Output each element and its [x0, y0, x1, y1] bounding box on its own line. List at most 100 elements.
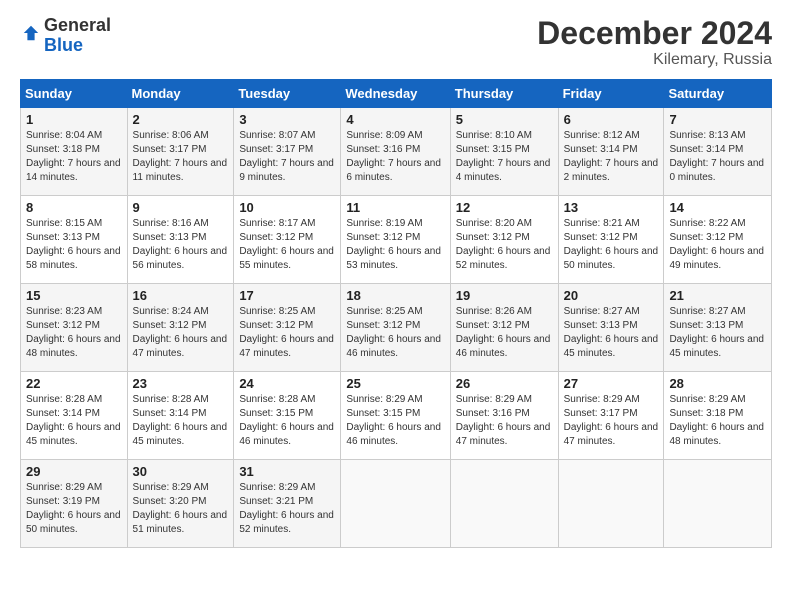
week-row-5: 29 Sunrise: 8:29 AMSunset: 3:19 PMDayligh…: [21, 460, 772, 548]
header-day-monday: Monday: [127, 80, 234, 108]
day-number: 29: [26, 464, 122, 479]
week-row-1: 1Sunrise: 8:04 AMSunset: 3:18 PMDaylight…: [21, 108, 772, 196]
day-number: 12: [456, 200, 553, 215]
day-info: Sunrise: 8:28 AMSunset: 3:15 PMDaylight:…: [239, 393, 335, 449]
header-day-tuesday: Tuesday: [234, 80, 341, 108]
week-row-4: 22 Sunrise: 8:28 AMSunset: 3:14 PMDayligh…: [21, 372, 772, 460]
day-number: 16: [133, 288, 229, 303]
day-number: 7: [669, 112, 766, 127]
day-info: Sunrise: 8:29 AMSunset: 3:19 PMDaylight:…: [26, 481, 122, 537]
day-info: Sunrise: 8:27 AMSunset: 3:13 PMDaylight:…: [669, 305, 766, 361]
day-cell-25: 25Sunrise: 8:29 AMSunset: 3:15 PMDayligh…: [341, 372, 450, 460]
day-info: Sunrise: 8:12 AMSunset: 3:14 PMDaylight:…: [564, 129, 659, 185]
day-info: Sunrise: 8:20 AMSunset: 3:12 PMDaylight:…: [456, 217, 553, 273]
day-info: Sunrise: 8:23 AMSunset: 3:12 PMDaylight:…: [26, 305, 122, 361]
day-cell-12: 12 Sunrise: 8:20 AMSunset: 3:12 PMDayligh…: [450, 196, 558, 284]
day-info: Sunrise: 8:29 AMSunset: 3:15 PMDaylight:…: [346, 393, 444, 449]
day-cell-18: 18 Sunrise: 8:25 AMSunset: 3:12 PMDayligh…: [341, 284, 450, 372]
day-info: Sunrise: 8:19 AMSunset: 3:12 PMDaylight:…: [346, 217, 444, 273]
calendar: SundayMondayTuesdayWednesdayThursdayFrid…: [20, 79, 772, 548]
day-number: 9: [133, 200, 229, 215]
day-cell-21: 21 Sunrise: 8:27 AMSunset: 3:13 PMDayligh…: [664, 284, 772, 372]
day-cell-3: 3 Sunrise: 8:07 AMSunset: 3:17 PMDaylight…: [234, 108, 341, 196]
day-cell-6: 6Sunrise: 8:12 AMSunset: 3:14 PMDaylight…: [558, 108, 664, 196]
day-number: 15: [26, 288, 122, 303]
day-number: 27: [564, 376, 659, 391]
day-cell-9: 9 Sunrise: 8:16 AMSunset: 3:13 PMDaylight…: [127, 196, 234, 284]
day-info: Sunrise: 8:28 AMSunset: 3:14 PMDaylight:…: [133, 393, 229, 449]
day-number: 8: [26, 200, 122, 215]
day-info: Sunrise: 8:21 AMSunset: 3:12 PMDaylight:…: [564, 217, 659, 273]
header: General Blue December 2024 Kilemary, Rus…: [20, 16, 772, 69]
day-number: 31: [239, 464, 335, 479]
logo-general: General: [44, 15, 111, 35]
day-number: 3: [239, 112, 335, 127]
day-number: 19: [456, 288, 553, 303]
day-cell-2: 2Sunrise: 8:06 AMSunset: 3:17 PMDaylight…: [127, 108, 234, 196]
logo-icon: [22, 24, 40, 42]
day-info: Sunrise: 8:15 AMSunset: 3:13 PMDaylight:…: [26, 217, 122, 273]
day-number: 24: [239, 376, 335, 391]
day-info: Sunrise: 8:27 AMSunset: 3:13 PMDaylight:…: [564, 305, 659, 361]
day-cell-14: 14 Sunrise: 8:22 AMSunset: 3:12 PMDayligh…: [664, 196, 772, 284]
day-cell-5: 5 Sunrise: 8:10 AMSunset: 3:15 PMDaylight…: [450, 108, 558, 196]
day-info: Sunrise: 8:24 AMSunset: 3:12 PMDaylight:…: [133, 305, 229, 361]
day-number: 13: [564, 200, 659, 215]
day-info: Sunrise: 8:25 AMSunset: 3:12 PMDaylight:…: [346, 305, 444, 361]
day-info: Sunrise: 8:28 AMSunset: 3:14 PMDaylight:…: [26, 393, 122, 449]
day-info: Sunrise: 8:10 AMSunset: 3:15 PMDaylight:…: [456, 129, 553, 185]
empty-cell: [450, 460, 558, 548]
header-day-wednesday: Wednesday: [341, 80, 450, 108]
day-number: 26: [456, 376, 553, 391]
day-number: 11: [346, 200, 444, 215]
day-number: 22: [26, 376, 122, 391]
logo-blue: Blue: [44, 35, 83, 55]
title-block: December 2024 Kilemary, Russia: [537, 16, 772, 69]
day-info: Sunrise: 8:04 AMSunset: 3:18 PMDaylight:…: [26, 129, 122, 185]
day-cell-30: 30Sunrise: 8:29 AMSunset: 3:20 PMDayligh…: [127, 460, 234, 548]
day-cell-10: 10 Sunrise: 8:17 AMSunset: 3:12 PMDayligh…: [234, 196, 341, 284]
day-info: Sunrise: 8:06 AMSunset: 3:17 PMDaylight:…: [133, 129, 229, 185]
logo-text: General Blue: [44, 16, 111, 56]
empty-cell: [341, 460, 450, 548]
day-number: 10: [239, 200, 335, 215]
day-info: Sunrise: 8:07 AMSunset: 3:17 PMDaylight:…: [239, 129, 335, 185]
day-cell-8: 8 Sunrise: 8:15 AMSunset: 3:13 PMDaylight…: [21, 196, 128, 284]
day-number: 30: [133, 464, 229, 479]
day-number: 5: [456, 112, 553, 127]
location: Kilemary, Russia: [537, 51, 772, 69]
calendar-body: 1Sunrise: 8:04 AMSunset: 3:18 PMDaylight…: [21, 108, 772, 548]
day-info: Sunrise: 8:09 AMSunset: 3:16 PMDaylight:…: [346, 129, 444, 185]
day-cell-15: 15 Sunrise: 8:23 AMSunset: 3:12 PMDayligh…: [21, 284, 128, 372]
day-info: Sunrise: 8:26 AMSunset: 3:12 PMDaylight:…: [456, 305, 553, 361]
day-cell-13: 13 Sunrise: 8:21 AMSunset: 3:12 PMDayligh…: [558, 196, 664, 284]
day-cell-29: 29 Sunrise: 8:29 AMSunset: 3:19 PMDayligh…: [21, 460, 128, 548]
day-info: Sunrise: 8:22 AMSunset: 3:12 PMDaylight:…: [669, 217, 766, 273]
day-number: 17: [239, 288, 335, 303]
day-cell-28: 28Sunrise: 8:29 AMSunset: 3:18 PMDayligh…: [664, 372, 772, 460]
day-cell-19: 19 Sunrise: 8:26 AMSunset: 3:12 PMDayligh…: [450, 284, 558, 372]
day-cell-23: 23Sunrise: 8:28 AMSunset: 3:14 PMDayligh…: [127, 372, 234, 460]
day-cell-4: 4Sunrise: 8:09 AMSunset: 3:16 PMDaylight…: [341, 108, 450, 196]
day-cell-7: 7 Sunrise: 8:13 AMSunset: 3:14 PMDaylight…: [664, 108, 772, 196]
day-info: Sunrise: 8:29 AMSunset: 3:21 PMDaylight:…: [239, 481, 335, 537]
month-title: December 2024: [537, 16, 772, 51]
day-cell-31: 31 Sunrise: 8:29 AMSunset: 3:21 PMDayligh…: [234, 460, 341, 548]
day-number: 18: [346, 288, 444, 303]
day-number: 14: [669, 200, 766, 215]
empty-cell: [664, 460, 772, 548]
day-number: 21: [669, 288, 766, 303]
day-cell-22: 22 Sunrise: 8:28 AMSunset: 3:14 PMDayligh…: [21, 372, 128, 460]
day-cell-11: 11 Sunrise: 8:19 AMSunset: 3:12 PMDayligh…: [341, 196, 450, 284]
day-info: Sunrise: 8:29 AMSunset: 3:18 PMDaylight:…: [669, 393, 766, 449]
header-day-friday: Friday: [558, 80, 664, 108]
day-cell-27: 27 Sunrise: 8:29 AMSunset: 3:17 PMDayligh…: [558, 372, 664, 460]
day-info: Sunrise: 8:29 AMSunset: 3:17 PMDaylight:…: [564, 393, 659, 449]
header-day-sunday: Sunday: [21, 80, 128, 108]
day-info: Sunrise: 8:13 AMSunset: 3:14 PMDaylight:…: [669, 129, 766, 185]
day-cell-26: 26Sunrise: 8:29 AMSunset: 3:16 PMDayligh…: [450, 372, 558, 460]
week-row-3: 15 Sunrise: 8:23 AMSunset: 3:12 PMDayligh…: [21, 284, 772, 372]
day-info: Sunrise: 8:16 AMSunset: 3:13 PMDaylight:…: [133, 217, 229, 273]
logo: General Blue: [20, 16, 111, 56]
day-info: Sunrise: 8:17 AMSunset: 3:12 PMDaylight:…: [239, 217, 335, 273]
